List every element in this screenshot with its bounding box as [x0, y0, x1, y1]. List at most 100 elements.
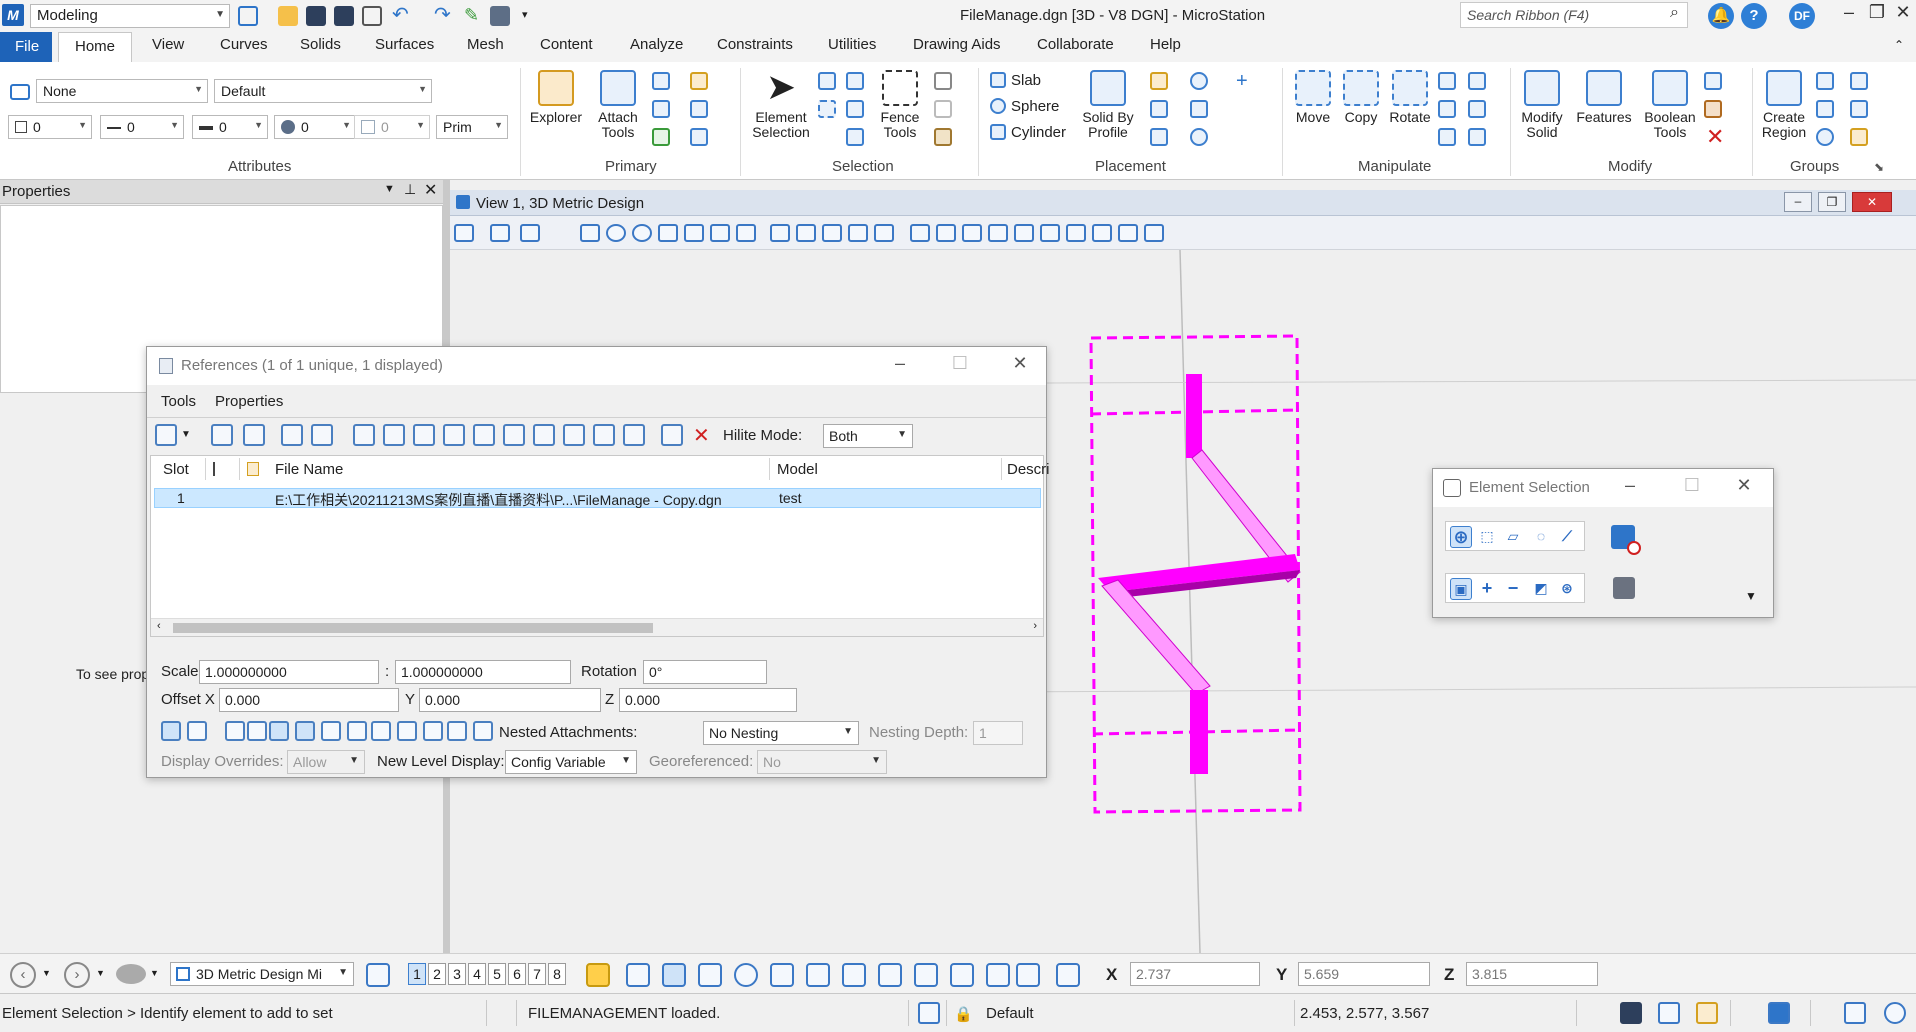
rotate-reference-icon[interactable] — [443, 424, 465, 446]
tab-drawing-aids[interactable]: Drawing Aids — [913, 36, 1001, 53]
element-selection-minimize-icon[interactable]: – — [1617, 475, 1643, 496]
column-header-model[interactable]: Model — [777, 461, 818, 478]
view-toggle-6[interactable]: 6 — [508, 963, 526, 985]
place-cross-icon[interactable]: + — [1236, 70, 1248, 93]
tab-surfaces[interactable]: Surfaces — [375, 36, 434, 53]
models-icon[interactable] — [652, 72, 670, 90]
rotate-view-icon[interactable] — [710, 224, 730, 242]
delete-clip-icon[interactable] — [593, 424, 615, 446]
dialog-launcher-icon[interactable]: ⬊ — [1874, 160, 1884, 174]
isolate-icon[interactable] — [1092, 224, 1112, 242]
tab-collaborate[interactable]: Collaborate — [1037, 36, 1114, 53]
workspace-combo[interactable]: Modeling ▼ — [30, 4, 230, 28]
render-icon[interactable] — [520, 224, 540, 242]
menu-properties[interactable]: Properties — [215, 393, 283, 410]
back-icon[interactable]: ‹ — [10, 962, 36, 988]
features-button[interactable]: Features — [1572, 70, 1636, 125]
align-icon[interactable] — [1468, 100, 1486, 118]
circle-select-icon[interactable]: ◌ — [1530, 526, 1552, 548]
pan-view-icon[interactable] — [736, 224, 756, 242]
tab-mesh[interactable]: Mesh — [467, 36, 504, 53]
clip-front-icon[interactable] — [623, 424, 645, 446]
clip-boundary-icon[interactable] — [533, 424, 555, 446]
forward-icon[interactable]: › — [64, 962, 90, 988]
place-block-icon[interactable] — [1190, 100, 1208, 118]
toolbox-icon[interactable] — [652, 128, 670, 146]
snap-tangent-icon[interactable] — [878, 963, 902, 987]
undo-icon[interactable]: ↶ — [392, 5, 412, 26]
save-status-icon[interactable] — [1620, 1002, 1642, 1024]
notifications-icon[interactable]: 🔔 — [1708, 3, 1734, 29]
tab-home[interactable]: Home — [58, 32, 133, 63]
place-smartline-icon[interactable] — [1150, 72, 1168, 90]
element-selection-button[interactable]: ➤ Element Selection — [746, 69, 816, 140]
cell-icon[interactable] — [1816, 128, 1834, 146]
copy-view-icon[interactable] — [848, 224, 868, 242]
coord-y-field[interactable]: 5.659 — [1298, 962, 1430, 986]
table-row[interactable]: 1 E:\工作相关\20211213MS案例直播\直播资料\P...\FileM… — [154, 488, 1041, 508]
display-set-icon[interactable] — [1014, 224, 1034, 242]
rotate-button[interactable]: Rotate — [1384, 70, 1436, 125]
tab-solids[interactable]: Solids — [300, 36, 341, 53]
create-region-button[interactable]: Create Region — [1756, 70, 1812, 140]
tree-dropdown-icon[interactable]: ▼ — [181, 429, 191, 440]
accudraw-icon[interactable] — [918, 1002, 940, 1024]
explorer-button[interactable]: Explorer — [526, 70, 586, 125]
snap-mode-icon[interactable] — [1056, 963, 1080, 987]
close-panel-icon[interactable]: ✕ — [424, 180, 437, 200]
home-icon[interactable] — [1696, 1002, 1718, 1024]
solid-element[interactable] — [1098, 374, 1301, 774]
mirror-horizontal-icon[interactable] — [473, 424, 495, 446]
tag-icon[interactable] — [1850, 128, 1868, 146]
tab-analyze[interactable]: Analyze — [630, 36, 683, 53]
offset-y-field[interactable]: 0.000 — [419, 688, 601, 712]
view-groups-dropdown-icon[interactable]: ▼ — [150, 968, 159, 978]
tab-curves[interactable]: Curves — [220, 36, 268, 53]
new-mode-icon[interactable]: ▣ — [1450, 578, 1472, 600]
view-minimize-icon[interactable]: – — [1784, 192, 1812, 212]
cloud-icon[interactable] — [1768, 1002, 1790, 1024]
mirror-icon[interactable] — [1438, 100, 1456, 118]
copy-button[interactable]: Copy — [1336, 70, 1386, 125]
forward-dropdown-icon[interactable]: ▼ — [96, 968, 105, 978]
make-direct-icon[interactable] — [661, 424, 683, 446]
array-icon[interactable] — [1468, 72, 1486, 90]
display-overrides-combo[interactable]: Allow ▼ — [287, 750, 365, 774]
view-next-icon[interactable] — [822, 224, 842, 242]
view-attributes-icon[interactable] — [454, 224, 474, 242]
level-manager-icon[interactable] — [690, 72, 708, 90]
invert-mode-icon[interactable]: ◩ — [1530, 578, 1552, 600]
move-button[interactable]: Move — [1288, 70, 1338, 125]
print-reference-icon[interactable] — [473, 721, 493, 741]
update-view-icon[interactable] — [580, 224, 600, 242]
attach-url-icon[interactable] — [243, 424, 265, 446]
priority-combo[interactable]: 0 ▼ — [354, 115, 430, 139]
element-selection-close-icon[interactable]: ✕ — [1731, 475, 1757, 496]
snap-perp-point-icon[interactable] — [986, 963, 1010, 987]
delete-fence-icon[interactable] — [846, 128, 864, 146]
offset-z-field[interactable]: 0.000 — [619, 688, 797, 712]
snap-center-icon[interactable] — [734, 963, 758, 987]
customize-qat-icon[interactable]: ▾ — [522, 8, 528, 21]
cylinder-button[interactable]: Cylinder — [990, 124, 1066, 141]
element-template-combo[interactable]: Default ▼ — [214, 79, 432, 103]
true-scale-icon[interactable] — [247, 721, 267, 741]
display-raster-icon[interactable] — [295, 721, 315, 741]
snap-tangent-point-icon[interactable] — [914, 963, 938, 987]
scroll-left-icon[interactable]: ‹ — [157, 620, 161, 632]
linestyle-combo[interactable]: 0 ▼ — [100, 115, 184, 139]
references-close-icon[interactable]: ✕ — [1007, 353, 1033, 374]
solid-by-profile-button[interactable]: Solid By Profile — [1076, 70, 1140, 140]
references-maximize-icon[interactable]: ☐ — [947, 353, 973, 374]
window-area-icon[interactable] — [658, 224, 678, 242]
pin-panel-icon[interactable]: ⊥ — [404, 181, 416, 198]
view-toggle-2[interactable]: 2 — [428, 963, 446, 985]
column-header-file-name[interactable]: File Name — [275, 461, 343, 478]
close-icon[interactable]: ✕ — [1890, 2, 1916, 23]
save-settings-icon[interactable] — [334, 6, 354, 26]
reload-icon[interactable] — [311, 424, 333, 446]
back-dropdown-icon[interactable]: ▼ — [42, 968, 51, 978]
menu-tools[interactable]: Tools — [161, 393, 196, 410]
nesting-depth-field[interactable]: 1 — [973, 721, 1023, 745]
search-ribbon-input[interactable]: Search Ribbon (F4) ⌕ — [1460, 2, 1688, 28]
